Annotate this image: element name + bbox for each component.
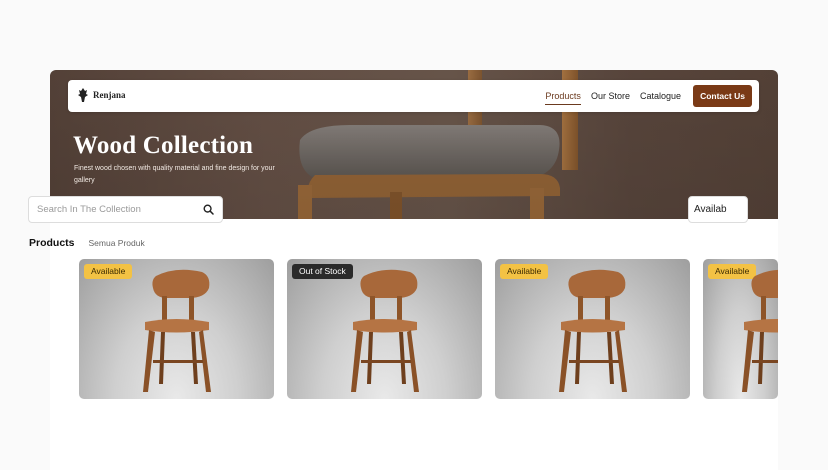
product-card[interactable]: Available — [703, 259, 778, 399]
search-input[interactable] — [37, 197, 197, 222]
product-card[interactable]: Available — [495, 259, 690, 399]
tab-semua-produk[interactable]: Semua Produk — [89, 238, 145, 248]
nav-menu: Products Our Store Catalogue — [545, 80, 681, 112]
nav-item-products[interactable]: Products — [545, 80, 581, 112]
product-card[interactable]: Out of Stock — [287, 259, 482, 399]
hero-title: Wood Collection — [73, 132, 254, 159]
brand-logo[interactable]: Renjana — [78, 88, 126, 102]
chair-image — [351, 269, 419, 392]
tab-products[interactable]: Products — [29, 237, 75, 249]
chair-image — [559, 269, 627, 392]
search-box — [28, 196, 223, 223]
nav-item-catalogue[interactable]: Catalogue — [640, 80, 681, 112]
chair-image — [143, 269, 211, 392]
logo-icon — [78, 88, 88, 102]
status-badge: Available — [84, 264, 133, 279]
product-card[interactable]: Available — [79, 259, 274, 399]
contact-us-button[interactable]: Contact Us — [693, 85, 752, 107]
availability-filter-select[interactable]: Availab — [688, 196, 748, 223]
hero-subtitle: Finest wood chosen with quality material… — [74, 165, 275, 184]
chair-image — [742, 269, 778, 392]
brand-name: Renjana — [93, 90, 126, 100]
search-icon[interactable] — [203, 204, 214, 215]
product-tabs: Products Semua Produk — [29, 237, 145, 249]
nav-item-our-store[interactable]: Our Store — [591, 80, 630, 112]
top-navbar: Renjana Products Our Store Catalogue Con… — [68, 80, 759, 112]
status-badge: Available — [500, 264, 549, 279]
